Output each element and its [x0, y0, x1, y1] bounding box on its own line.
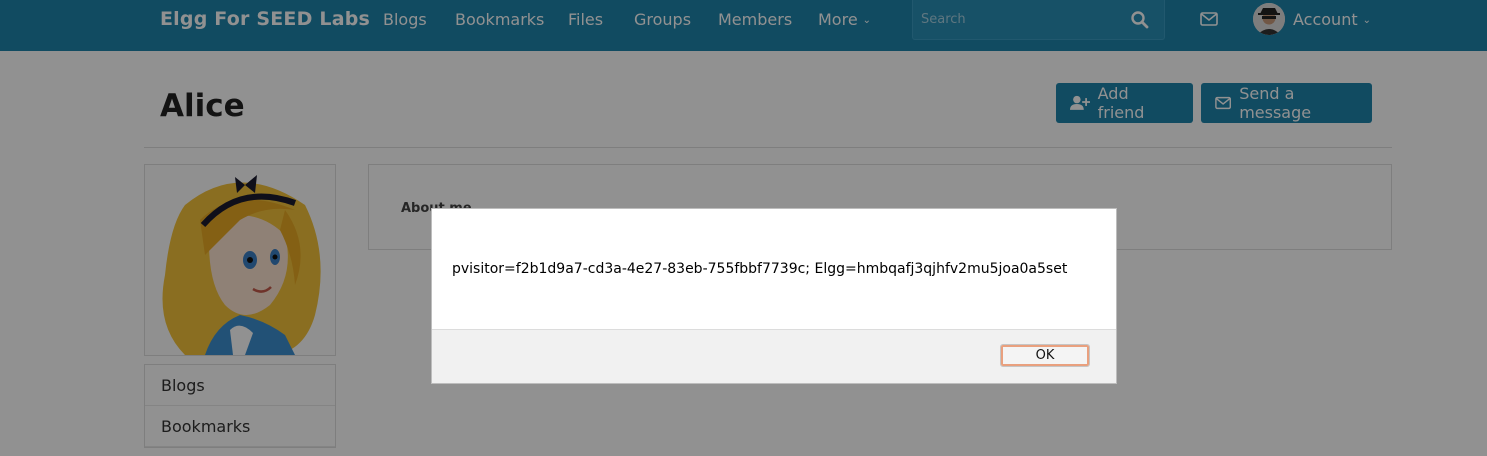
alert-dialog: pvisitor=f2b1d9a7-cd3a-4e27-83eb-755fbbf… [431, 208, 1117, 384]
alert-footer: OK [432, 329, 1116, 383]
alert-message: pvisitor=f2b1d9a7-cd3a-4e27-83eb-755fbbf… [452, 261, 1068, 277]
ok-button[interactable]: OK [1000, 344, 1090, 367]
